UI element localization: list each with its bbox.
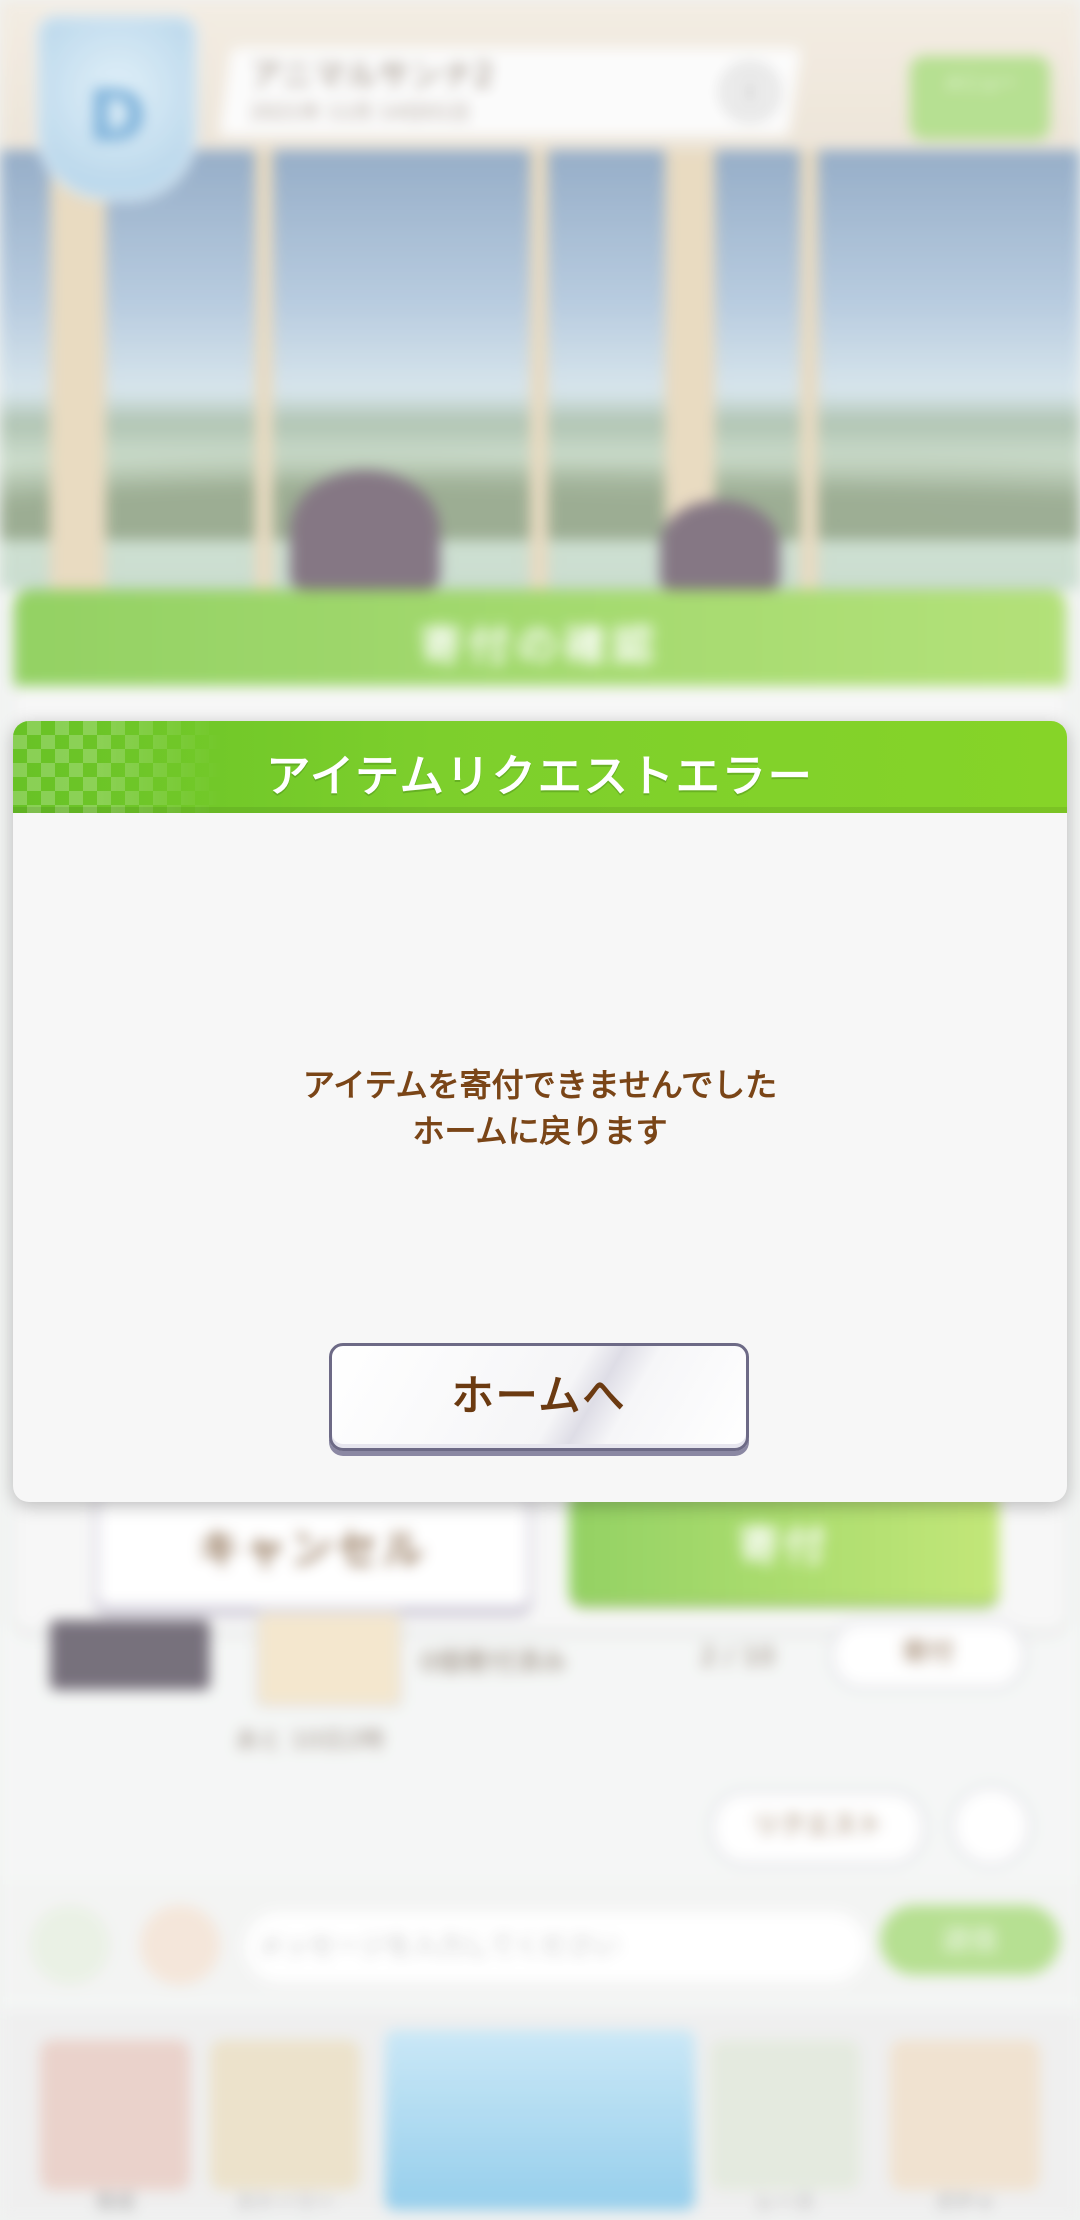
dialog-message: アイテムを寄付できませんでした ホームに戻ります bbox=[13, 1062, 1067, 1154]
message-line: ホームに戻ります bbox=[412, 1112, 668, 1150]
dialog-header: アイテムリクエストエラー bbox=[13, 721, 1067, 813]
dialog-title: アイテムリクエストエラー bbox=[266, 751, 814, 802]
item-request-error-dialog: アイテムリクエストエラー アイテムを寄付できませんでした ホームに戻ります ホー… bbox=[13, 721, 1067, 1502]
go-home-button[interactable]: ホームへ bbox=[329, 1343, 749, 1451]
message-line: アイテムを寄付できませんでした bbox=[302, 1066, 778, 1104]
go-home-label: ホームへ bbox=[451, 1371, 627, 1420]
